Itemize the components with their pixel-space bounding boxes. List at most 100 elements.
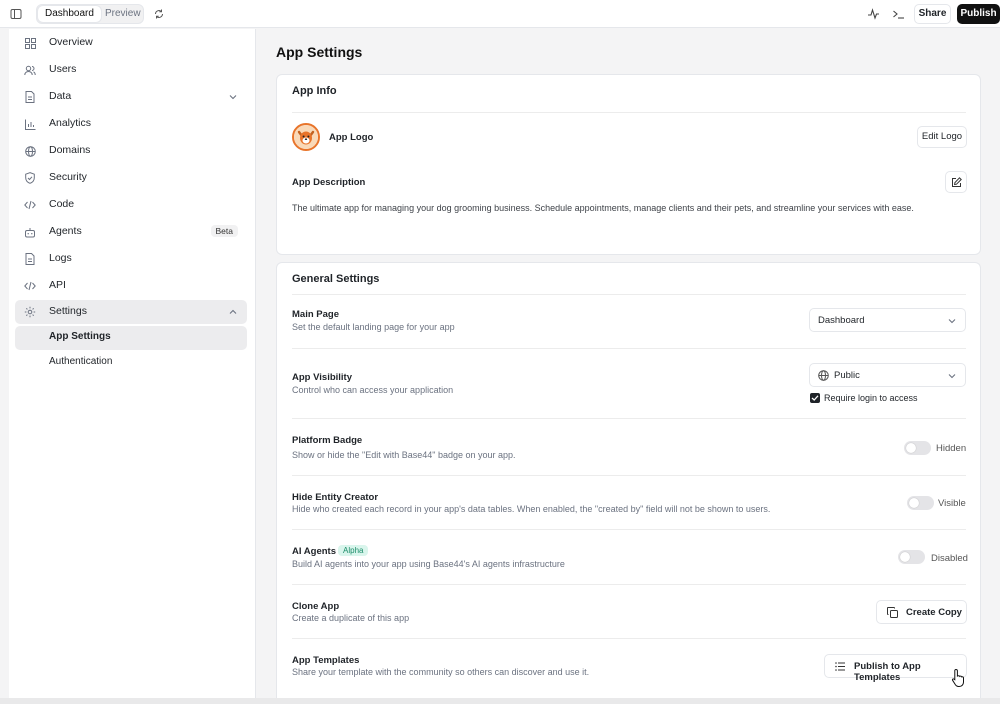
publish-button[interactable]: Publish [957, 4, 1000, 24]
divider [292, 348, 966, 349]
divider [292, 584, 966, 585]
sidebar-item-label: Settings [49, 305, 87, 317]
page-title: App Settings [276, 44, 363, 60]
sidebar-item-analytics[interactable]: Analytics [15, 112, 247, 136]
sidebar-item-code[interactable]: Code [15, 193, 247, 217]
sidebar-item-label: Data [49, 90, 72, 102]
sidebar-item-agents[interactable]: Agents Beta [15, 220, 247, 244]
top-bar: Dashboard Preview Share Publish [0, 0, 1000, 28]
platform-badge-label: Platform Badge [292, 435, 363, 446]
divider [292, 529, 966, 530]
bottom-edge [0, 698, 1000, 704]
edit-logo-button[interactable]: Edit Logo [917, 126, 967, 148]
create-copy-button[interactable]: Create Copy [876, 600, 967, 624]
require-login-label: Require login to access [824, 393, 918, 403]
users-icon [24, 64, 36, 76]
require-login-checkbox[interactable] [810, 393, 820, 403]
app-visibility-desc: Control who can access your application [292, 385, 454, 395]
app-description-text: The ultimate app for managing your dog g… [292, 203, 914, 213]
clone-app-label: Clone App [292, 601, 340, 612]
share-button[interactable]: Share [914, 4, 951, 24]
sidebar-subitem-label: Authentication [49, 356, 113, 367]
chevron-down-icon [947, 371, 957, 381]
sidebar-item-label: API [49, 279, 66, 291]
list-icon [835, 662, 845, 674]
refresh-icon[interactable] [151, 6, 167, 22]
platform-badge-toggle[interactable] [904, 441, 931, 455]
activity-icon[interactable] [865, 6, 881, 22]
main-page-desc: Set the default landing page for your ap… [292, 322, 455, 332]
code-icon [24, 280, 36, 292]
file-icon [24, 253, 36, 265]
chevron-down-icon[interactable] [228, 92, 238, 102]
left-edge [0, 29, 9, 699]
sidebar-item-users[interactable]: Users [15, 58, 247, 82]
chevron-up-icon[interactable] [228, 307, 238, 317]
main-page-value: Dashboard [818, 315, 865, 326]
alpha-badge: Alpha [338, 545, 369, 556]
sidebar-item-domains[interactable]: Domains [15, 139, 247, 163]
sidebar-subitem-authentication[interactable]: Authentication [15, 351, 247, 375]
beta-badge: Beta [210, 225, 238, 237]
sidebar-item-label: Analytics [49, 117, 92, 129]
shield-icon [24, 172, 36, 184]
app-visibility-label: App Visibility [292, 372, 353, 383]
divider [292, 475, 966, 476]
sidebar-item-label: Security [49, 171, 87, 183]
app-info-heading: App Info [292, 85, 337, 97]
publish-to-app-templates-button[interactable]: Publish to App Templates [824, 654, 967, 683]
sidebar-item-api[interactable]: API [15, 274, 247, 298]
edit-icon [951, 177, 962, 191]
copy-icon [887, 607, 898, 621]
app-templates-label: App Templates [292, 655, 360, 666]
code-icon [24, 199, 36, 211]
tab-preview[interactable]: Preview [98, 6, 148, 22]
sidebar-item-label: Overview [49, 36, 93, 48]
sidebar-item-settings[interactable]: Settings [15, 300, 247, 324]
ai-agents-state: Disabled [931, 553, 968, 564]
platform-badge-desc: Show or hide the "Edit with Base44" badg… [292, 450, 516, 460]
sidebar-subitem-app-settings[interactable]: App Settings [15, 326, 247, 350]
globe-icon [818, 370, 829, 384]
sidebar: Overview Users Data Analytics Domains Se… [9, 29, 256, 699]
general-settings-card: General Settings Main Page Set the defau… [276, 262, 981, 702]
ai-agents-desc: Build AI agents into your app using Base… [292, 559, 565, 569]
view-toggle: Dashboard Preview [36, 4, 144, 24]
main-page-label: Main Page [292, 309, 339, 320]
file-icon [24, 91, 36, 103]
sidebar-subitem-label: App Settings [49, 331, 111, 342]
bot-icon [24, 226, 36, 238]
hide-entity-creator-state: Visible [938, 498, 966, 509]
sidebar-item-data[interactable]: Data [15, 85, 247, 109]
main-page-select[interactable]: Dashboard [809, 308, 966, 332]
hide-entity-creator-label: Hide Entity Creator [292, 492, 379, 503]
sidebar-item-label: Code [49, 198, 75, 210]
app-visibility-select[interactable]: Public [809, 363, 966, 387]
sidebar-item-logs[interactable]: Logs [15, 247, 247, 271]
tab-dashboard[interactable]: Dashboard [38, 6, 101, 22]
gear-icon [24, 306, 36, 318]
app-logo-label: App Logo [329, 132, 374, 143]
hide-entity-creator-toggle[interactable] [907, 496, 934, 510]
sidebar-item-overview[interactable]: Overview [15, 31, 247, 55]
app-logo-image [292, 123, 320, 151]
terminal-icon[interactable] [890, 6, 906, 22]
divider [292, 294, 966, 295]
sidebar-item-security[interactable]: Security [15, 166, 247, 190]
app-description-label: App Description [292, 177, 366, 188]
bar-chart-icon [24, 118, 36, 130]
sidebar-item-label: Users [49, 63, 77, 75]
ai-agents-label: AI Agents [292, 546, 336, 557]
sidebar-item-label: Agents [49, 225, 82, 237]
sidebar-item-label: Domains [49, 144, 91, 156]
grid-icon [24, 37, 36, 49]
sidebar-toggle-icon[interactable] [8, 6, 24, 22]
app-info-card: App Info App Logo Edit Logo App Descript… [276, 74, 981, 255]
edit-description-button[interactable] [945, 171, 967, 193]
create-copy-label: Create Copy [906, 607, 962, 618]
divider [292, 638, 966, 639]
divider [292, 112, 966, 113]
hide-entity-creator-desc: Hide who created each record in your app… [292, 504, 771, 514]
ai-agents-toggle[interactable] [898, 550, 925, 564]
clone-app-desc: Create a duplicate of this app [292, 613, 410, 623]
